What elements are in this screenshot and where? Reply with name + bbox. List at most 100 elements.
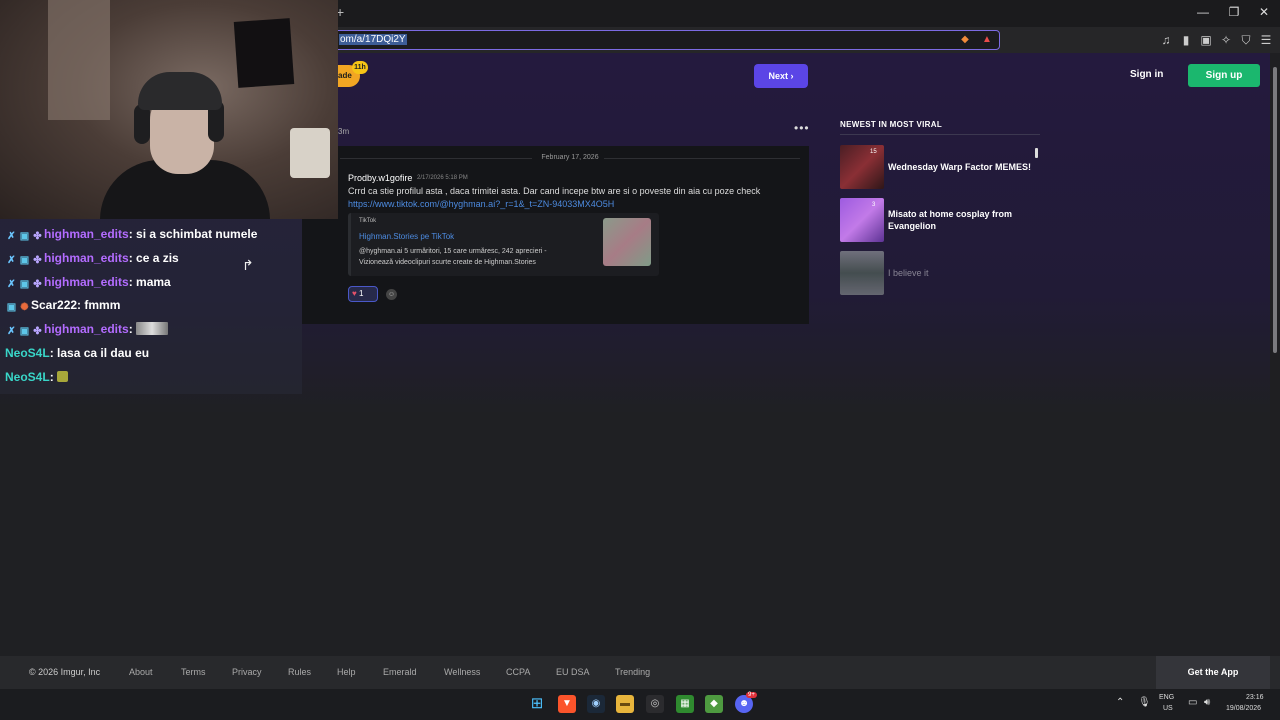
brave-shield-icon[interactable]: ◆ (959, 34, 971, 46)
taskbar-time[interactable]: 23:16 (1246, 694, 1264, 701)
sidebar-post-item[interactable]: 15 Wednesday Warp Factor MEMES! (840, 145, 1040, 189)
taskbar-date[interactable]: 19/08/2026 (1226, 705, 1261, 712)
comment-timestamp: 2/17/2026 5:18 PM (417, 175, 468, 181)
sidebar-post-item[interactable]: 3 Misato at home cosplay from Evangelion (840, 198, 1040, 242)
post-title: Misato at home cosplay from Evangelion (888, 209, 1013, 231)
chat-username: NeoS4L (5, 346, 50, 360)
page-scrollbar[interactable] (1270, 53, 1280, 656)
embed-title[interactable]: Highman.Stories pe TikTok (359, 232, 454, 241)
sidebar-scroll-indicator[interactable] (1035, 148, 1038, 158)
footer-link-wellness[interactable]: Wellness (444, 667, 480, 677)
reaction-count: 1 (358, 289, 364, 298)
pup-badge-icon: ✤ (33, 231, 42, 242)
sidebar-icon[interactable]: ▮ (1178, 33, 1194, 47)
thumb-badge: 15 (870, 149, 877, 155)
chevron-up-icon[interactable]: ⌃ (1116, 697, 1124, 708)
obs-icon[interactable]: ◎ (646, 695, 664, 713)
webcam-person-cap (138, 72, 222, 110)
post-thumbnail: 3 (840, 198, 884, 242)
url-text[interactable]: om/a/17DQi2Y (339, 34, 407, 45)
comment-link[interactable]: https://www.tiktok.com/@hyghman.ai?_r=1&… (348, 199, 614, 209)
thumb-badge: 3 (872, 202, 876, 208)
chat-message: ✗ ▣ ✤ highman_edits: mama (5, 275, 170, 291)
sidebar-title: NEWEST IN MOST VIRAL (840, 120, 942, 129)
get-the-app-button[interactable]: Get the App (1156, 656, 1270, 689)
chat-username: NeoS4L (5, 370, 50, 384)
pair-badge-icon: ▣ (6, 302, 17, 313)
minimize-icon[interactable]: — (1193, 5, 1213, 19)
heart-reaction[interactable]: ♥ 1 (348, 286, 378, 302)
discord-notification-badge: 9+ (746, 692, 757, 698)
chat-text: ce a zis (136, 251, 179, 265)
post-title: Wednesday Warp Factor MEMES! (888, 162, 1032, 172)
footer-link-ccpa[interactable]: CCPA (506, 667, 530, 677)
embed-thumbnail (603, 218, 651, 266)
close-icon[interactable]: ✕ (1254, 5, 1274, 19)
footer-link-about[interactable]: About (129, 667, 153, 677)
chat-username: highman_edits (44, 227, 129, 241)
footer-link-terms[interactable]: Terms (181, 667, 206, 677)
pair-badge-icon: ▣ (19, 231, 30, 242)
sword-badge-icon: ✗ (7, 231, 16, 242)
brave-rewards-icon[interactable]: ▲ (981, 34, 993, 46)
chat-message: ✗ ▣ ✤ highman_edits: si a schimbat numele (5, 227, 257, 243)
maximize-icon[interactable]: ❐ (1224, 5, 1244, 19)
sidebar-divider (840, 134, 1040, 135)
sign-in-link[interactable]: Sign in (1130, 69, 1163, 80)
mouse-cursor-icon: ↱ (242, 257, 254, 273)
sword-badge-icon: ✗ (7, 255, 16, 266)
chevron-right-icon: › (790, 71, 794, 81)
media-icon[interactable]: ♫ (1158, 33, 1174, 47)
leo-ai-icon[interactable]: ✧ (1218, 33, 1234, 47)
logo-badge: 11h (352, 61, 368, 74)
minecraft-launcher-icon[interactable]: ◆ (705, 695, 723, 713)
scrollbar-thumb[interactable] (1273, 67, 1277, 353)
wallet-icon[interactable]: ▣ (1198, 33, 1214, 47)
chat-emote-icon (57, 371, 69, 382)
input-language[interactable]: ENG (1159, 694, 1174, 701)
input-region[interactable]: US (1163, 705, 1173, 712)
page-footer: © 2026 Imgur, Inc About Terms Privacy Ru… (0, 656, 1280, 689)
footer-copyright: © 2026 Imgur, Inc (29, 667, 101, 677)
volume-icon[interactable]: 🔊︎ (1204, 697, 1210, 708)
post-thumbnail (840, 251, 884, 295)
footer-link-trending[interactable]: Trending (615, 667, 650, 677)
footer-link-emerald[interactable]: Emerald (383, 667, 417, 677)
pair-badge-icon: ▣ (19, 326, 30, 337)
chat-username: highman_edits (44, 275, 129, 289)
add-reaction-icon[interactable]: ☺ (386, 289, 397, 300)
minecraft-icon[interactable]: ▦ (676, 695, 694, 713)
post-title: I believe it (888, 268, 929, 278)
post-time: 3m (338, 127, 350, 136)
sign-up-button[interactable]: Sign up (1188, 64, 1260, 87)
file-explorer-icon[interactable]: ▬ (616, 695, 634, 713)
sidebar-post-item[interactable]: I believe it (840, 251, 1040, 295)
webcam-background-door (48, 0, 110, 120)
comment-body: Crrd ca stie profilul asta , daca trimit… (348, 186, 761, 196)
footer-link-help[interactable]: Help (337, 667, 356, 677)
footer-link-eu-dsa[interactable]: EU DSA (556, 667, 590, 677)
footer-link-rules[interactable]: Rules (288, 667, 311, 677)
steam-icon[interactable]: ◉ (587, 695, 605, 713)
brave-browser-icon[interactable]: ▼ (558, 695, 576, 713)
stream-chat-overlay: ✗ ▣ ✤ highman_edits: si a schimbat numele ✗… (0, 219, 302, 394)
more-options-icon[interactable]: ••• (794, 121, 810, 135)
footer-link-privacy[interactable]: Privacy (232, 667, 262, 677)
microphone-icon[interactable]: 🎙︎ (1138, 697, 1151, 708)
address-bar[interactable]: om/a/17DQi2Y ◆ ▲ (330, 30, 1000, 50)
vpn-shield-icon[interactable]: ⛉ (1238, 33, 1254, 48)
menu-icon[interactable]: ☰ (1258, 33, 1274, 47)
pup-badge-icon: ✤ (33, 279, 42, 290)
heart-icon: ♥ (352, 289, 357, 298)
chat-text: si a schimbat numele (136, 227, 258, 241)
network-icon[interactable]: ▭ (1188, 697, 1197, 708)
pup-badge-icon: ✤ (33, 255, 42, 266)
next-post-button[interactable]: Next › (754, 64, 808, 88)
chat-username: highman_edits (44, 251, 129, 265)
chat-emote-image (136, 322, 169, 335)
chat-username: Scar222 (31, 298, 78, 312)
link-embed-card[interactable]: TikTok Highman.Stories pe TikTok @hyghma… (348, 213, 659, 276)
headset-icon (134, 104, 150, 144)
chat-message: ▣ ✺ Scar222: fmmm (6, 298, 121, 313)
windows-start-icon[interactable]: ⊞ (528, 695, 546, 713)
